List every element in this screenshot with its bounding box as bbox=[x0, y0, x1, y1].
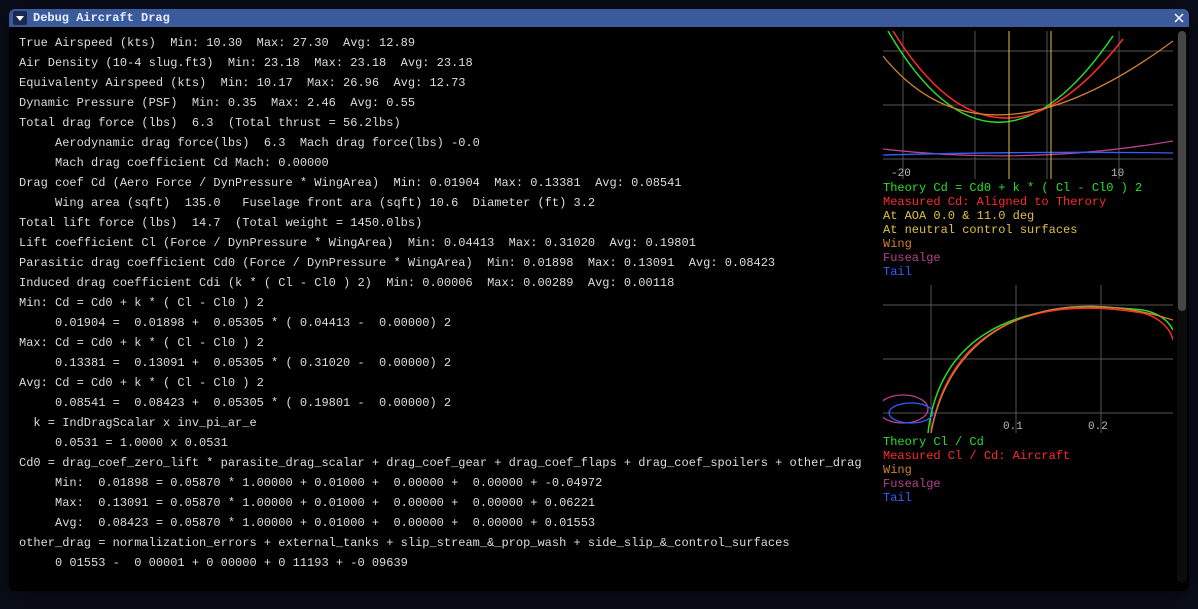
svg-text:0.1: 0.1 bbox=[1003, 421, 1023, 433]
close-icon[interactable] bbox=[1173, 12, 1185, 24]
content-area: True Airspeed (kts) Min: 10.30 Max: 27.3… bbox=[9, 27, 1189, 591]
svg-text:0.2: 0.2 bbox=[1088, 421, 1108, 433]
plot-1-legend: Theory Cd = Cd0 + k * ( Cl - Cl0 ) 2 Mea… bbox=[883, 181, 1181, 279]
plot-1-frame: -20 10 bbox=[883, 31, 1173, 179]
svg-text:-20: -20 bbox=[891, 168, 911, 179]
debug-text-pane: True Airspeed (kts) Min: 10.30 Max: 27.3… bbox=[9, 27, 883, 591]
titlebar[interactable]: Debug Aircraft Drag bbox=[9, 9, 1189, 27]
scroll-thumb[interactable] bbox=[1178, 31, 1186, 311]
window-title: Debug Aircraft Drag bbox=[33, 11, 170, 25]
debug-text: True Airspeed (kts) Min: 10.30 Max: 27.3… bbox=[19, 33, 873, 573]
collapse-icon[interactable] bbox=[13, 11, 27, 25]
plots-pane: -20 10 Theory Cd = Cd0 + k * ( Cl - Cl0 … bbox=[883, 27, 1189, 591]
plot-2-frame: 0.1 0.2 bbox=[883, 285, 1173, 433]
plot-cd-vs-aoa: -20 10 Theory Cd = Cd0 + k * ( Cl - Cl0 … bbox=[883, 31, 1181, 279]
plot-2-legend: Theory Cl / Cd Measured Cl / Cd: Aircraf… bbox=[883, 435, 1181, 505]
debug-window: Debug Aircraft Drag True Airspeed (kts) … bbox=[9, 9, 1189, 591]
svg-text:10: 10 bbox=[1111, 168, 1124, 179]
vertical-scrollbar[interactable] bbox=[1177, 31, 1187, 583]
plot-cl-over-cd: 0.1 0.2 Theory Cl / Cd Measured Cl / Cd:… bbox=[883, 285, 1181, 505]
